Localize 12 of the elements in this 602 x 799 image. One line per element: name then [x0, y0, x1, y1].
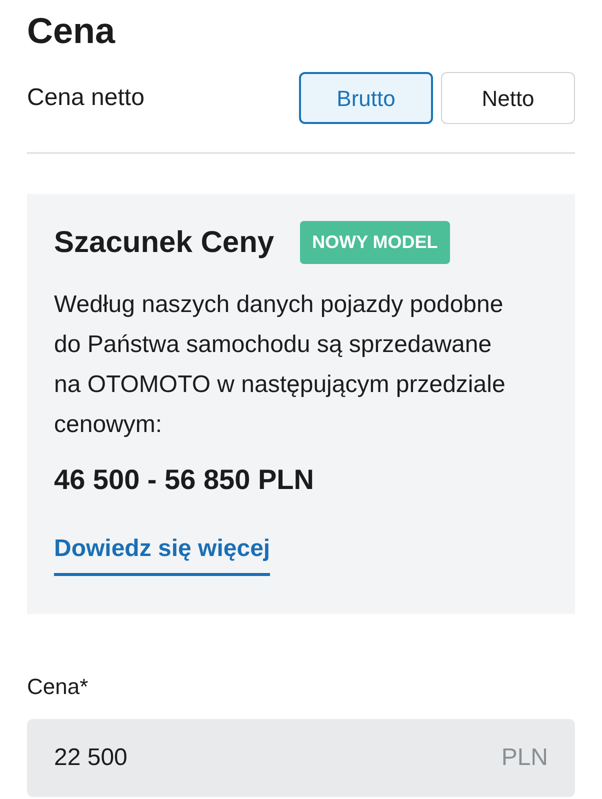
learn-more-link[interactable]: Dowiedz się więcej	[54, 531, 270, 576]
price-type-label: Cena netto	[27, 83, 144, 113]
section-title: Cena	[27, 9, 116, 53]
model-badge: NOWY MODEL	[300, 221, 450, 264]
toggle-option[interactable]: Netto	[441, 72, 575, 124]
toggle-option[interactable]: Brutto	[299, 72, 433, 124]
currency-suffix: PLN	[501, 743, 548, 773]
price-input[interactable]: 22 500 PLN	[27, 719, 575, 797]
field-label: Cena*	[27, 673, 90, 701]
price-range: 46 500 - 56 850 PLN	[54, 463, 315, 497]
estimate-title: Szacunek Ceny	[54, 225, 274, 261]
estimate-description: Według naszych danych pojazdy podobne do Państwa samochodu są sprzedawane na OTOMOTO w następującym przedziale cenowym:	[54, 290, 506, 440]
